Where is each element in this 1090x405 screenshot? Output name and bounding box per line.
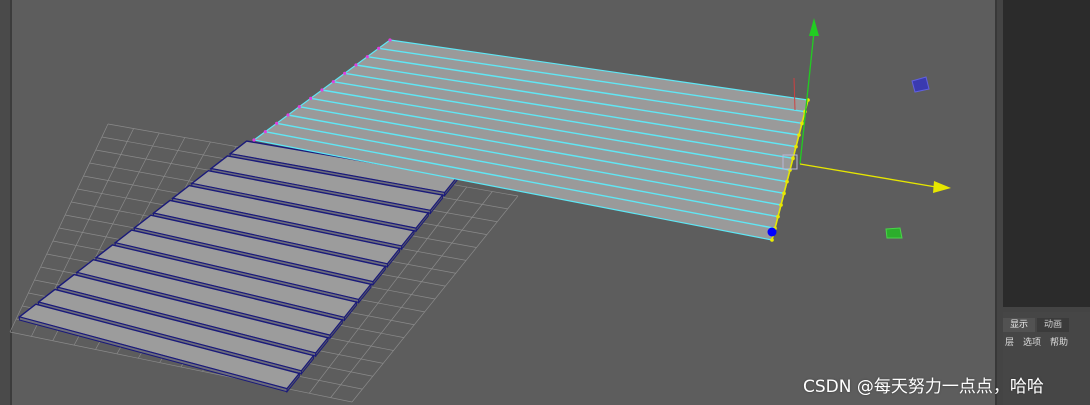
layer-editor-menu: 层 选项 帮助 — [1005, 335, 1068, 348]
vertex-left — [354, 63, 358, 67]
vertex-left — [275, 121, 279, 125]
scene-canvas[interactable] — [0, 0, 995, 405]
vertex-left — [286, 113, 290, 117]
tab-display[interactable]: 显示 — [1003, 318, 1036, 332]
vertex-left — [297, 105, 301, 109]
menu-item-layers[interactable]: 层 — [1005, 335, 1014, 348]
original-planks[interactable] — [17, 140, 459, 394]
channel-box-area — [1003, 0, 1090, 307]
channel-box-panel: 显示 动画 层 选项 帮助 — [995, 0, 1090, 405]
vertex-left — [309, 96, 313, 100]
menu-item-options[interactable]: 选项 — [1023, 335, 1041, 348]
vertex-left — [377, 46, 381, 50]
vertex-left — [252, 138, 256, 142]
x-axis-line — [799, 163, 937, 188]
vertex-left — [388, 38, 392, 42]
y-axis-arrow — [809, 18, 819, 36]
x-plane-handle — [885, 227, 903, 239]
vertex-left — [343, 71, 347, 75]
tab-animation[interactable]: 动画 — [1037, 318, 1070, 332]
pivot-point — [767, 227, 777, 237]
vertex-left — [320, 88, 324, 92]
viewport-3d[interactable] — [0, 0, 995, 405]
z-plane-handle — [911, 76, 930, 93]
menu-item-help[interactable]: 帮助 — [1050, 335, 1068, 348]
vertex-left — [263, 130, 267, 134]
vertex-left — [331, 80, 335, 84]
layer-editor-tabs: 显示 动画 — [1003, 318, 1071, 332]
vertex-left — [365, 55, 369, 59]
y-axis-line — [799, 31, 815, 165]
watermark-text: CSDN @每天努力一点点，哈哈 — [803, 377, 1044, 397]
x-axis-arrow — [933, 181, 951, 193]
